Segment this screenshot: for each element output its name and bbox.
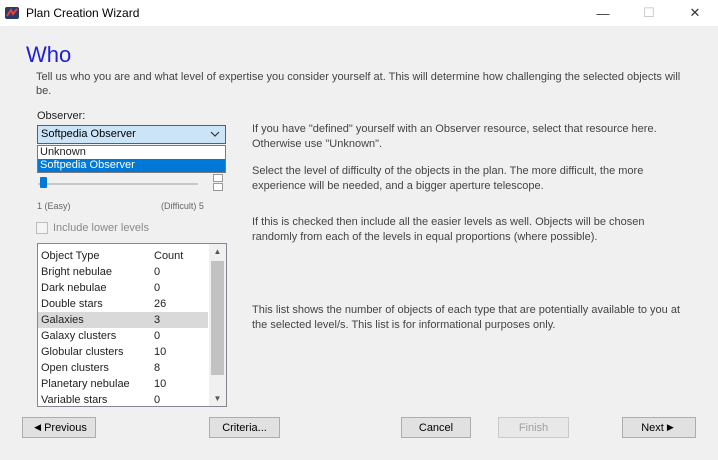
arrow-left-icon: ◀ xyxy=(34,422,42,432)
object-count: 8 xyxy=(154,362,161,374)
criteria-button-label: Criteria... xyxy=(222,421,267,434)
list-item[interactable]: Bright nebulae 0 xyxy=(38,264,208,280)
previous-button-label: Previous xyxy=(44,421,87,434)
difficulty-max-label: (Difficult) 5 xyxy=(161,201,204,211)
list-header: Object Type Count xyxy=(38,248,208,264)
object-count: 26 xyxy=(154,298,167,310)
next-button[interactable]: Next ▶ xyxy=(622,417,696,438)
column-header-object-type[interactable]: Object Type xyxy=(41,248,100,264)
app-icon xyxy=(5,7,19,19)
close-button[interactable]: ✕ xyxy=(672,0,718,26)
list-item[interactable]: Double stars 26 xyxy=(38,296,208,312)
object-count: 0 xyxy=(154,282,161,294)
difficulty-spin-up[interactable] xyxy=(213,174,223,182)
object-type: Planetary nebulae xyxy=(41,378,130,390)
observer-selected-value: Softpedia Observer xyxy=(41,128,136,140)
list-scrollbar[interactable]: ▲ ▼ xyxy=(209,244,226,406)
page-title: Who xyxy=(26,42,72,67)
list-item[interactable]: Variable stars 0 xyxy=(38,392,208,406)
object-type: Galaxy clusters xyxy=(41,330,117,342)
maximize-button[interactable]: ☐ xyxy=(626,0,672,26)
difficulty-help-text: Select the level of difficulty of the ob… xyxy=(252,165,644,192)
object-type: Galaxies xyxy=(41,314,84,326)
list-item[interactable]: Galaxy clusters 0 xyxy=(38,328,208,344)
difficulty-slider-thumb[interactable] xyxy=(40,177,47,188)
include-lower-help-text: If this is checked then include all the … xyxy=(252,216,645,243)
minimize-button[interactable]: — xyxy=(580,0,626,26)
object-list-help-text: This list shows the number of objects of… xyxy=(252,304,681,331)
include-lower-label: Include lower levels xyxy=(53,222,149,234)
finish-button-label: Finish xyxy=(518,421,549,434)
object-type: Open clusters xyxy=(41,362,109,374)
object-count: 0 xyxy=(154,394,161,406)
window-title: Plan Creation Wizard xyxy=(26,6,140,20)
object-type-list[interactable]: Object Type Count Bright nebulae 0 Dark … xyxy=(37,243,227,407)
criteria-button[interactable]: Criteria... xyxy=(209,417,280,438)
list-item[interactable]: Open clusters 8 xyxy=(38,360,208,376)
object-type: Variable stars xyxy=(41,394,108,406)
list-item[interactable]: Globular clusters 10 xyxy=(38,344,208,360)
object-count: 10 xyxy=(154,378,167,390)
object-type: Double stars xyxy=(41,298,103,310)
cancel-button[interactable]: Cancel xyxy=(401,417,471,438)
page-description: Tell us who you are and what level of ex… xyxy=(36,71,681,97)
scroll-up-arrow-icon[interactable]: ▲ xyxy=(209,244,226,259)
list-item-selected[interactable]: Galaxies 3 xyxy=(38,312,208,328)
previous-button[interactable]: ◀ Previous xyxy=(22,417,96,438)
observer-option-unknown[interactable]: Unknown xyxy=(38,146,225,159)
observer-dropdown-list: Unknown Softpedia Observer xyxy=(37,145,226,173)
column-header-count[interactable]: Count xyxy=(154,248,183,264)
next-button-label: Next xyxy=(641,421,664,434)
list-item[interactable]: Dark nebulae 0 xyxy=(38,280,208,296)
finish-button[interactable]: Finish xyxy=(498,417,569,438)
cancel-button-label: Cancel xyxy=(418,421,454,434)
difficulty-min-label: 1 (Easy) xyxy=(37,201,71,211)
title-bar: Plan Creation Wizard — ☐ ✕ xyxy=(0,0,718,26)
object-count: 10 xyxy=(154,346,167,358)
object-count: 3 xyxy=(154,314,161,326)
include-lower-checkbox[interactable] xyxy=(36,222,48,234)
object-count: 0 xyxy=(154,330,161,342)
object-count: 0 xyxy=(154,266,161,278)
observer-label: Observer: xyxy=(37,110,86,122)
chevron-down-icon xyxy=(210,131,220,137)
observer-option-softpedia[interactable]: Softpedia Observer xyxy=(38,159,225,172)
object-type: Dark nebulae xyxy=(41,282,107,294)
scroll-down-arrow-icon[interactable]: ▼ xyxy=(209,391,226,406)
list-item[interactable]: Planetary nebulae 10 xyxy=(38,376,208,392)
object-type: Globular clusters xyxy=(41,346,124,358)
arrow-right-icon: ▶ xyxy=(666,422,674,432)
difficulty-spin-down[interactable] xyxy=(213,183,223,191)
observer-select[interactable]: Softpedia Observer xyxy=(37,125,226,144)
object-type: Bright nebulae xyxy=(41,266,112,278)
scrollbar-thumb[interactable] xyxy=(211,261,224,375)
difficulty-slider-track[interactable] xyxy=(38,183,198,185)
observer-help-text: If you have "defined" yourself with an O… xyxy=(252,123,657,150)
